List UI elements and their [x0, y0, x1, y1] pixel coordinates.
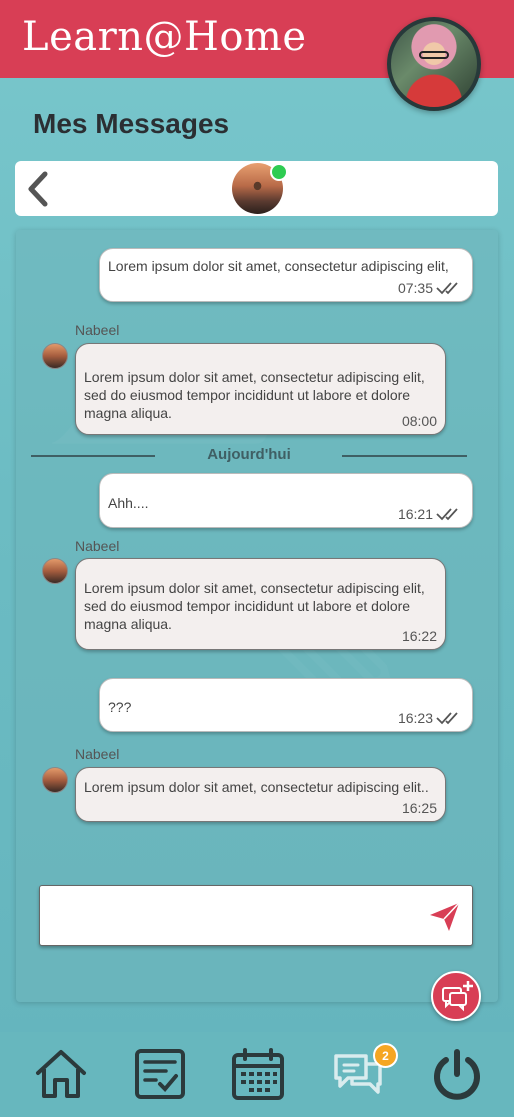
message-bubble-outgoing: Lorem ipsum dolor sit amet, consectetur …: [99, 248, 473, 302]
power-icon: [434, 1049, 480, 1100]
message-meta: 16:22: [402, 627, 437, 645]
online-status-indicator: [270, 163, 288, 181]
nav-home[interactable]: [33, 1046, 89, 1102]
bottom-nav: [0, 1032, 514, 1117]
sender-avatar: [42, 767, 68, 793]
message-text: Lorem ipsum dolor sit amet, consectetur …: [84, 779, 429, 795]
message-bubble-outgoing: Ahh.... 16:21: [99, 473, 473, 528]
message-meta: 16:23: [398, 709, 464, 727]
double-check-icon: [436, 508, 458, 521]
date-divider: Aujourd'hui: [31, 446, 467, 466]
message-meta: 16:21: [398, 505, 464, 523]
message-time: 08:00: [401, 413, 437, 429]
sender-name: Nabeel: [75, 538, 120, 554]
page-title: Mes Messages: [33, 108, 230, 139]
send-button[interactable]: [428, 900, 462, 934]
nav-calendar[interactable]: [230, 1046, 286, 1102]
contact-bar: [15, 161, 498, 216]
message-text: Lorem ipsum dolor sit amet, consectetur …: [108, 258, 449, 274]
home-icon: [36, 1050, 86, 1098]
double-check-icon: [436, 282, 458, 295]
message-time: 16:23: [397, 710, 433, 726]
glasses-detail: [419, 51, 449, 59]
message-bubble-incoming: Lorem ipsum dolor sit amet, consectetur …: [75, 767, 446, 822]
app-title: Learn@Home: [22, 14, 307, 60]
new-chat-button[interactable]: [431, 971, 481, 1021]
message-bubble-incoming: Lorem ipsum dolor sit amet, consectetur …: [75, 343, 446, 435]
message-composer: [39, 885, 473, 946]
nav-tasks[interactable]: [132, 1046, 188, 1102]
divider-line: [342, 455, 467, 457]
calendar-icon: [232, 1048, 284, 1100]
message-bubble-incoming: Lorem ipsum dolor sit amet, consectetur …: [75, 558, 446, 650]
double-check-icon: [436, 712, 458, 725]
message-input[interactable]: [50, 900, 410, 932]
sender-avatar: [42, 343, 68, 369]
send-icon: [430, 902, 460, 931]
message-time: 16:25: [401, 800, 437, 816]
message-bubble-outgoing: ??? 16:23: [99, 678, 473, 732]
back-button[interactable]: [15, 161, 61, 216]
notification-badge: 2: [373, 1043, 398, 1068]
sender-avatar: [42, 558, 68, 584]
add-chat-icon: [442, 981, 473, 1012]
message-time: 07:35: [397, 280, 433, 296]
message-time: 16:22: [401, 628, 437, 644]
message-text: Lorem ipsum dolor sit amet, consectetur …: [84, 369, 425, 421]
profile-avatar[interactable]: [387, 17, 481, 111]
sender-name: Nabeel: [75, 746, 120, 762]
message-text: Lorem ipsum dolor sit amet, consectetur …: [84, 580, 425, 632]
message-meta: 07:35: [398, 279, 464, 297]
nav-logout[interactable]: [429, 1046, 485, 1102]
message-time: 16:21: [397, 506, 433, 522]
sender-name: Nabeel: [75, 322, 120, 338]
chevron-left-icon: [28, 171, 48, 206]
tasks-icon: [135, 1049, 185, 1099]
message-meta: 16:25: [402, 799, 437, 817]
message-meta: 08:00: [402, 412, 437, 430]
